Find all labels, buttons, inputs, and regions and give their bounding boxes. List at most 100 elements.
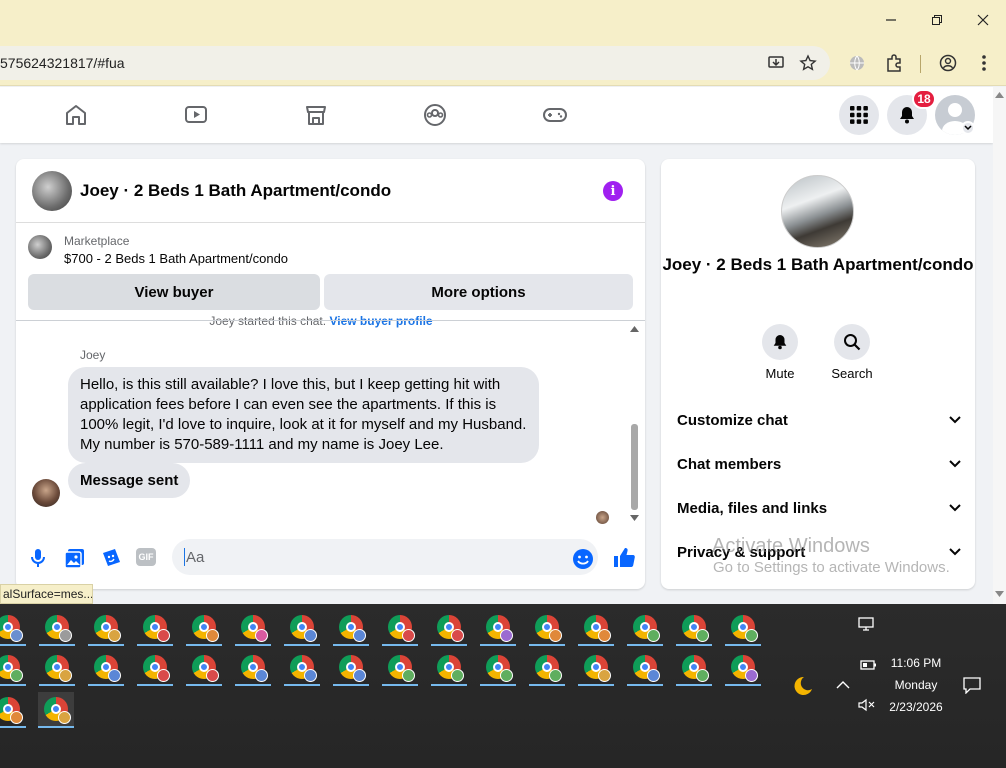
listing-thumbnail[interactable] xyxy=(28,235,52,259)
profile-icon[interactable] xyxy=(934,49,962,77)
video-icon[interactable] xyxy=(176,99,216,131)
chrome-window-button[interactable] xyxy=(39,650,75,686)
night-light-moon-icon[interactable] xyxy=(788,674,812,698)
chrome-window-button[interactable] xyxy=(186,650,222,686)
chrome-window-button[interactable] xyxy=(88,650,124,686)
chrome-window-button[interactable] xyxy=(578,650,614,686)
chrome-window-button[interactable] xyxy=(676,650,712,686)
profile-badge-icon xyxy=(598,629,611,642)
chrome-window-button[interactable] xyxy=(0,692,26,728)
chrome-window-button[interactable] xyxy=(529,610,565,646)
search-button[interactable]: Search xyxy=(822,324,882,381)
info-icon[interactable]: i xyxy=(603,181,623,201)
install-app-icon[interactable] xyxy=(762,49,790,77)
microphone-icon[interactable] xyxy=(28,547,48,574)
chrome-window-button[interactable] xyxy=(382,650,418,686)
chrome-window-button[interactable] xyxy=(38,692,74,728)
chrome-icon xyxy=(584,615,611,642)
chrome-icon xyxy=(45,655,72,682)
clock-day: Monday xyxy=(894,678,938,692)
network-icon[interactable] xyxy=(858,616,876,632)
chrome-icon xyxy=(192,615,219,642)
browser-menu-icon[interactable] xyxy=(970,49,998,77)
listing-price-title[interactable]: $700 - 2 Beds 1 Bath Apartment/condo xyxy=(64,251,288,266)
battery-icon[interactable] xyxy=(860,659,878,671)
page-scrollbar[interactable] xyxy=(993,87,1006,604)
close-window-button[interactable] xyxy=(960,0,1006,40)
chrome-window-button[interactable] xyxy=(235,650,271,686)
listing-avatar[interactable] xyxy=(32,171,72,211)
chrome-window-button[interactable] xyxy=(333,650,369,686)
profile-badge-icon xyxy=(304,629,317,642)
chrome-window-button[interactable] xyxy=(0,610,26,646)
url-text[interactable]: 575624321817/#fua xyxy=(0,55,125,71)
chrome-window-button[interactable] xyxy=(39,610,75,646)
mute-button[interactable]: Mute xyxy=(750,324,810,381)
notification-center-icon[interactable] xyxy=(962,676,982,694)
chat-scrollbar[interactable] xyxy=(628,322,642,524)
message-bubble[interactable]: Hello, is this still available? I love t… xyxy=(68,367,539,463)
chrome-window-button[interactable] xyxy=(0,650,26,686)
section-label: Media, files and links xyxy=(677,499,828,517)
sticker-icon[interactable] xyxy=(100,547,122,574)
message-input[interactable]: Aa xyxy=(172,539,598,575)
chrome-window-button[interactable] xyxy=(676,610,712,646)
extensions-icon[interactable] xyxy=(880,49,908,77)
chrome-window-button[interactable] xyxy=(725,610,761,646)
more-options-button[interactable]: More options xyxy=(324,274,633,310)
chrome-icon xyxy=(241,655,268,682)
chrome-window-button[interactable] xyxy=(480,650,516,686)
chrome-window-button[interactable] xyxy=(431,650,467,686)
chrome-window-button[interactable] xyxy=(235,610,271,646)
minimize-button[interactable] xyxy=(868,0,914,40)
profile-badge-icon xyxy=(59,629,72,642)
media-files-links-row[interactable]: Media, files and links xyxy=(677,496,961,520)
search-icon xyxy=(834,324,870,360)
chrome-window-button[interactable] xyxy=(284,650,320,686)
chevron-up-icon[interactable] xyxy=(836,680,850,689)
chrome-window-button[interactable] xyxy=(382,610,418,646)
volume-muted-icon[interactable] xyxy=(858,698,876,712)
bookmark-star-icon[interactable] xyxy=(794,49,822,77)
chrome-window-button[interactable] xyxy=(578,610,614,646)
chrome-window-button[interactable] xyxy=(529,650,565,686)
maximize-button[interactable] xyxy=(914,0,960,40)
chrome-window-button[interactable] xyxy=(725,650,761,686)
view-buyer-profile-link[interactable]: View buyer profile xyxy=(329,314,432,328)
chrome-window-button[interactable] xyxy=(333,610,369,646)
groups-icon[interactable] xyxy=(415,99,455,131)
gaming-icon[interactable] xyxy=(535,99,575,131)
chevron-down-icon[interactable] xyxy=(961,121,975,135)
message-bubble-sent[interactable]: Message sent xyxy=(68,463,191,498)
profile-badge-icon xyxy=(108,669,121,682)
chat-scrollbar-thumb[interactable] xyxy=(631,424,638,510)
chrome-window-button[interactable] xyxy=(137,610,173,646)
chrome-window-button[interactable] xyxy=(627,650,663,686)
chrome-window-button[interactable] xyxy=(284,610,320,646)
chrome-window-button[interactable] xyxy=(431,610,467,646)
chrome-window-button[interactable] xyxy=(480,610,516,646)
chrome-icon xyxy=(94,615,121,642)
chat-members-row[interactable]: Chat members xyxy=(677,452,961,476)
photo-icon[interactable] xyxy=(64,547,86,574)
chat-title[interactable]: Joey · 2 Beds 1 Bath Apartment/condo xyxy=(80,181,391,201)
view-buyer-button[interactable]: View buyer xyxy=(28,274,320,310)
listing-photo[interactable] xyxy=(781,175,854,248)
emoji-icon[interactable] xyxy=(572,548,594,575)
chrome-window-button[interactable] xyxy=(186,610,222,646)
chrome-window-button[interactable] xyxy=(627,610,663,646)
menu-grid-button[interactable] xyxy=(839,95,879,135)
profile-badge-icon xyxy=(549,669,562,682)
profile-badge-icon xyxy=(157,629,170,642)
translate-icon[interactable] xyxy=(843,49,871,77)
sender-avatar[interactable] xyxy=(32,479,60,507)
chrome-window-button[interactable] xyxy=(88,610,124,646)
chrome-window-button[interactable] xyxy=(137,650,173,686)
marketplace-icon[interactable] xyxy=(296,99,336,131)
home-icon[interactable] xyxy=(56,99,96,131)
like-thumbs-up-icon[interactable] xyxy=(612,546,636,575)
gif-icon[interactable]: GIF xyxy=(136,548,156,566)
customize-chat-row[interactable]: Customize chat xyxy=(677,408,961,432)
taskbar-clock[interactable]: 11:06 PM Monday 2/23/2026 xyxy=(880,652,952,718)
address-bar[interactable]: 575624321817/#fua xyxy=(0,46,830,80)
